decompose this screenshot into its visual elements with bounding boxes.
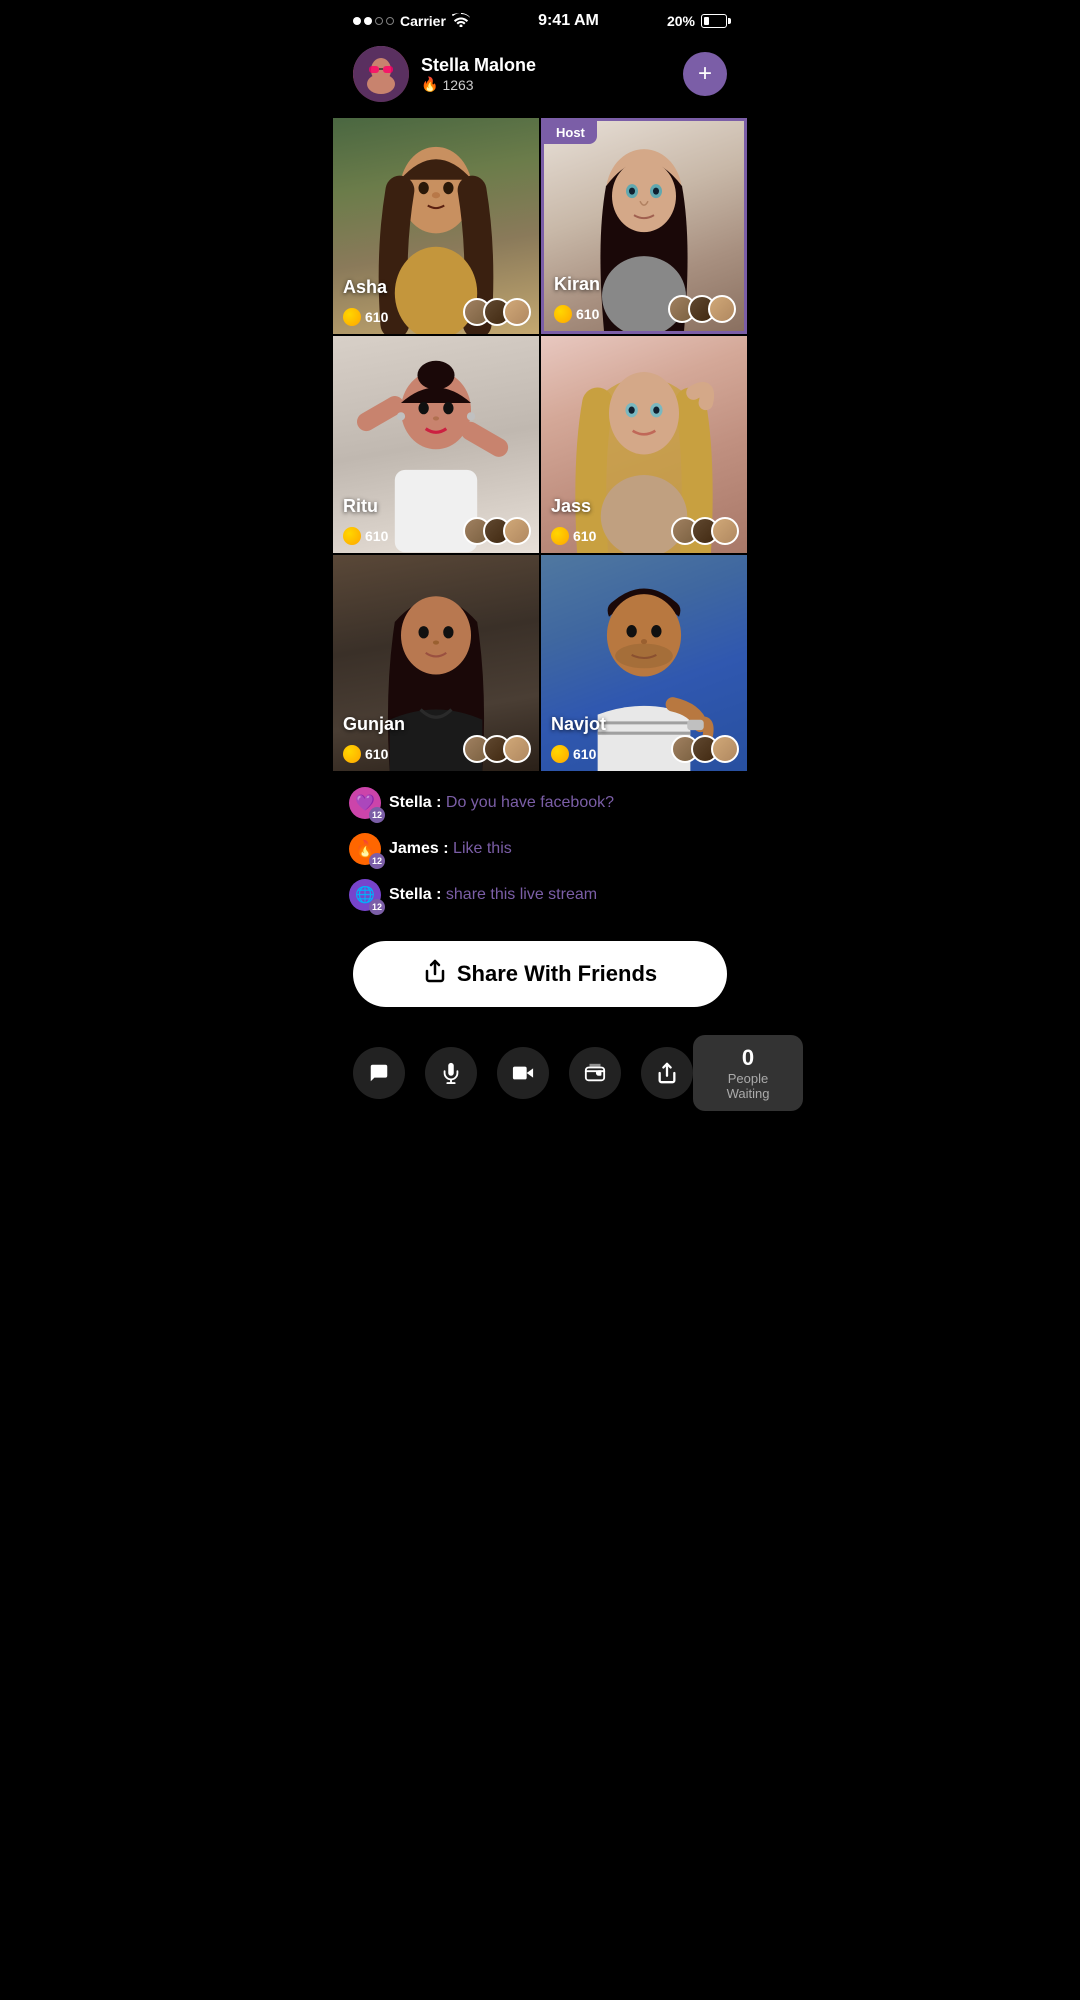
mic-button[interactable] bbox=[425, 1047, 477, 1099]
cell-name-jass: Jass bbox=[551, 496, 591, 517]
cell-avatars-jass bbox=[671, 517, 739, 545]
mini-avatar-3 bbox=[708, 295, 736, 323]
chat-badge-heart: 💜 12 bbox=[349, 787, 381, 819]
cell-avatars-kiran bbox=[668, 295, 736, 323]
chat-message-3: 🌐 12 Stella : share this live stream bbox=[349, 879, 731, 911]
video-grid: Asha 610 bbox=[333, 118, 747, 771]
bottom-bar: 0 People Waiting bbox=[333, 1023, 747, 1131]
chat-message-1: 💜 12 Stella : Do you have facebook? bbox=[349, 787, 731, 819]
score-value: 1263 bbox=[442, 77, 473, 93]
cell-score-navjot: 610 bbox=[551, 745, 596, 763]
cell-avatars-navjot bbox=[671, 735, 739, 763]
coin-icon bbox=[551, 745, 569, 763]
cell-score-kiran: 610 bbox=[554, 305, 599, 323]
profile-info: Stella Malone 🔥 1263 bbox=[421, 55, 671, 93]
mini-avatar-3 bbox=[711, 735, 739, 763]
host-badge: Host bbox=[544, 121, 597, 144]
share-button-bottom[interactable] bbox=[641, 1047, 693, 1099]
mini-avatar-3 bbox=[711, 517, 739, 545]
profile-header: Stella Malone 🔥 1263 + bbox=[333, 38, 747, 118]
share-with-friends-button[interactable]: Share With Friends bbox=[353, 941, 727, 1007]
share-button-label: Share With Friends bbox=[457, 961, 657, 987]
cell-name-asha: Asha bbox=[343, 277, 387, 298]
people-waiting-panel: 0 People Waiting bbox=[693, 1035, 803, 1111]
chat-badge-fire: 🔥 12 bbox=[349, 833, 381, 865]
coin-icon bbox=[554, 305, 572, 323]
video-cell-gunjan[interactable]: Gunjan 610 bbox=[333, 555, 539, 771]
signal-dots bbox=[353, 17, 394, 25]
video-button[interactable] bbox=[497, 1047, 549, 1099]
chat-section: 💜 12 Stella : Do you have facebook? 🔥 12… bbox=[333, 771, 747, 933]
video-cell-kiran[interactable]: Host Kiran 610 bbox=[541, 118, 747, 334]
cell-name-kiran: Kiran bbox=[554, 274, 600, 295]
wallet-button[interactable] bbox=[569, 1047, 621, 1099]
status-right: 20% bbox=[667, 13, 727, 29]
cell-avatars-asha bbox=[463, 298, 531, 326]
wifi-icon bbox=[452, 13, 470, 30]
mini-avatar-3 bbox=[503, 735, 531, 763]
coin-icon bbox=[343, 527, 361, 545]
people-waiting-count: 0 bbox=[711, 1045, 785, 1071]
video-cell-jass[interactable]: Jass 610 bbox=[541, 336, 747, 552]
battery-percent: 20% bbox=[667, 13, 695, 29]
share-section: Share With Friends bbox=[333, 933, 747, 1023]
video-cell-ritu[interactable]: Ritu 610 bbox=[333, 336, 539, 552]
coin-icon bbox=[343, 745, 361, 763]
chat-message-2: 🔥 12 James : Like this bbox=[349, 833, 731, 865]
battery-fill bbox=[704, 17, 709, 25]
video-cell-asha[interactable]: Asha 610 bbox=[333, 118, 539, 334]
coin-icon bbox=[551, 527, 569, 545]
signal-dot-2 bbox=[364, 17, 372, 25]
cell-score-ritu: 610 bbox=[343, 527, 388, 545]
add-button[interactable]: + bbox=[683, 52, 727, 96]
mini-avatar-3 bbox=[503, 298, 531, 326]
chat-button[interactable] bbox=[353, 1047, 405, 1099]
cell-name-navjot: Navjot bbox=[551, 714, 606, 735]
chat-text-3: Stella : share this live stream bbox=[389, 886, 597, 904]
badge-num-2: 12 bbox=[369, 853, 385, 869]
battery-icon bbox=[701, 14, 727, 28]
profile-score: 🔥 1263 bbox=[421, 76, 671, 93]
bottom-icons bbox=[353, 1047, 693, 1099]
signal-dot-3 bbox=[375, 17, 383, 25]
status-left: Carrier bbox=[353, 13, 470, 30]
badge-num-1: 12 bbox=[369, 807, 385, 823]
carrier-label: Carrier bbox=[400, 13, 446, 29]
chat-text-1: Stella : Do you have facebook? bbox=[389, 794, 614, 812]
signal-dot-4 bbox=[386, 17, 394, 25]
cell-name-ritu: Ritu bbox=[343, 496, 378, 517]
share-icon bbox=[423, 959, 447, 989]
status-bar: Carrier 9:41 AM 20% bbox=[333, 0, 747, 38]
chat-badge-planet: 🌐 12 bbox=[349, 879, 381, 911]
mini-avatar-3 bbox=[503, 517, 531, 545]
cell-name-gunjan: Gunjan bbox=[343, 714, 405, 735]
avatar bbox=[353, 46, 409, 102]
status-time: 9:41 AM bbox=[538, 12, 599, 30]
cell-avatars-gunjan bbox=[463, 735, 531, 763]
signal-dot-1 bbox=[353, 17, 361, 25]
badge-num-3: 12 bbox=[369, 899, 385, 915]
video-cell-navjot[interactable]: Navjot 610 bbox=[541, 555, 747, 771]
cell-score-asha: 610 bbox=[343, 308, 388, 326]
profile-name: Stella Malone bbox=[421, 55, 671, 76]
cell-avatars-ritu bbox=[463, 517, 531, 545]
chat-text-2: James : Like this bbox=[389, 840, 512, 858]
people-waiting-label: People Waiting bbox=[711, 1071, 785, 1101]
cell-score-jass: 610 bbox=[551, 527, 596, 545]
cell-score-gunjan: 610 bbox=[343, 745, 388, 763]
fire-icon: 🔥 bbox=[421, 76, 438, 93]
coin-icon bbox=[343, 308, 361, 326]
